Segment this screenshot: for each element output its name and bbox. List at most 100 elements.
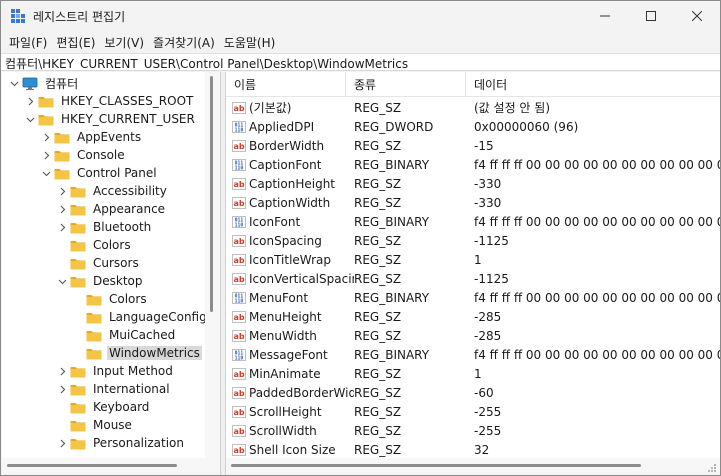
value-row[interactable]: ab IconSpacing REG_SZ -1125 <box>226 231 720 250</box>
menu-edit[interactable]: 편집(E) <box>52 32 100 52</box>
tree-horizontal-scroll-thumb[interactable] <box>7 464 177 467</box>
value-row[interactable]: ab IconVerticalSpacingREG_SZ -1125 <box>226 269 720 288</box>
expand-chevron-right-icon[interactable] <box>56 218 68 236</box>
value-name-cell: ab (기본값) <box>226 99 354 116</box>
tree-item[interactable]: Console <box>40 146 127 164</box>
value-row[interactable]: ab ScrollWidth REG_SZ -255 <box>226 421 720 440</box>
value-row[interactable]: ab CaptionHeight REG_SZ -330 <box>226 174 720 193</box>
value-row[interactable]: ab PaddedBorderWidthREG_SZ -60 <box>226 383 720 402</box>
expand-chevron-down-icon[interactable] <box>40 164 52 182</box>
tree-item[interactable]: Accessibility <box>56 182 169 200</box>
menu-view[interactable]: 보기(V) <box>100 32 149 52</box>
minimize-button[interactable] <box>582 1 628 31</box>
value-data: -255 <box>474 404 502 419</box>
value-type: REG_SZ <box>354 271 402 286</box>
tree-item[interactable]: International <box>56 380 172 398</box>
value-row[interactable]: ab MinAnimate REG_SZ 1 <box>226 364 720 383</box>
value-row[interactable]: ab BorderWidth REG_SZ -15 <box>226 136 720 155</box>
expand-chevron-right-icon[interactable] <box>56 182 68 200</box>
value-name-cell: 011 110 MessageFont <box>226 348 354 362</box>
expand-chevron-down-icon[interactable] <box>56 272 68 290</box>
value-row[interactable]: ab Shell Icon Size REG_SZ 32 <box>226 440 720 458</box>
tree-item[interactable]: HKEY_CLASSES_ROOT <box>24 92 195 110</box>
svg-text:ab: ab <box>233 180 244 189</box>
title-bar[interactable]: 레지스트리 편집기 <box>1 1 720 31</box>
value-type: REG_SZ <box>354 385 402 400</box>
svg-text:ab: ab <box>233 142 244 151</box>
tree-item[interactable]: 컴퓨터 <box>8 74 80 92</box>
tree-item[interactable]: Cursors <box>56 254 141 272</box>
tree-item[interactable]: WindowMetrics <box>72 344 202 362</box>
tree-item[interactable]: MuiCached <box>72 326 177 344</box>
value-row[interactable]: ab ScrollHeight REG_SZ -255 <box>226 402 720 421</box>
folder-icon <box>70 402 86 413</box>
value-row[interactable]: 011 110 CaptionFont REG_BINARY f4 ff ff ff 0… <box>226 155 720 174</box>
close-button[interactable] <box>674 1 720 31</box>
value-row[interactable]: ab MenuHeight REG_SZ -285 <box>226 307 720 326</box>
folder-icon <box>70 366 86 377</box>
expand-chevron-right-icon[interactable] <box>24 92 36 110</box>
value-data: f4 ff ff ff 00 00 00 00 00 00 00 00 00 0… <box>474 214 720 229</box>
menu-help[interactable]: 도움말(H) <box>220 32 281 52</box>
tree-item[interactable]: Colors <box>72 290 149 308</box>
tree-item[interactable]: Personalization <box>56 434 186 452</box>
tree-item[interactable]: Bluetooth <box>56 218 153 236</box>
tree-item-label: Cursors <box>93 256 139 270</box>
tree-item[interactable]: LanguageConfiguration <box>72 308 220 326</box>
tree-item[interactable]: Keyboard <box>56 398 151 416</box>
maximize-button[interactable] <box>628 1 674 31</box>
folder-icon <box>86 348 102 359</box>
tree-item[interactable]: Control Panel <box>40 164 159 182</box>
value-data: -330 <box>474 195 502 210</box>
tree-item-label: Keyboard <box>93 400 150 414</box>
value-name: PaddedBorderWidth <box>249 385 354 400</box>
string-value-icon: ab <box>232 367 246 380</box>
tree-item[interactable]: Desktop <box>56 272 145 290</box>
value-row[interactable]: ab CaptionWidth REG_SZ -330 <box>226 193 720 212</box>
folder-icon <box>38 114 54 125</box>
expand-chevron-right-icon[interactable] <box>40 146 52 164</box>
tree-item-label: Mouse <box>93 418 132 432</box>
value-row[interactable]: 011 110 AppliedDPI REG_DWORD 0x00000060 (96) <box>226 117 720 136</box>
svg-text:110: 110 <box>235 127 244 132</box>
menu-file[interactable]: 파일(F) <box>5 32 52 52</box>
tree-item[interactable]: Colors <box>56 236 133 254</box>
address-bar[interactable]: 컴퓨터\HKEY_CURRENT_USER\Control Panel\Desk… <box>1 53 720 71</box>
value-type: REG_SZ <box>354 176 402 191</box>
string-value-icon: ab <box>232 443 246 456</box>
close-icon <box>692 11 702 21</box>
expand-chevron-right-icon[interactable] <box>56 434 68 452</box>
tree-item[interactable]: HKEY_CURRENT_USER <box>24 110 197 128</box>
value-row[interactable]: ab MenuWidth REG_SZ -285 <box>226 326 720 345</box>
tree-item[interactable]: Input Method <box>56 362 175 380</box>
value-row[interactable]: 011 110 MenuFont REG_BINARY f4 ff ff ff 00 0… <box>226 288 720 307</box>
value-row[interactable]: ab IconTitleWrap REG_SZ 1 <box>226 250 720 269</box>
folder-icon <box>38 96 54 107</box>
menu-favorites[interactable]: 즐겨찾기(A) <box>149 32 220 52</box>
column-header-type[interactable]: 종류 <box>346 72 466 97</box>
list-horizontal-scroll-thumb[interactable] <box>231 464 641 467</box>
string-value-icon: ab <box>232 405 246 418</box>
tree-item[interactable]: AppEvents <box>40 128 143 146</box>
tree-item[interactable]: Mouse <box>56 416 134 434</box>
value-row[interactable]: ab (기본값) REG_SZ (값 설정 안 됨) <box>226 98 720 117</box>
value-row[interactable]: 011 110 IconFont REG_BINARY f4 ff ff ff 00 0… <box>226 212 720 231</box>
expand-chevron-right-icon[interactable] <box>40 128 52 146</box>
column-header-data[interactable]: 데이터 <box>466 72 720 97</box>
expand-chevron-right-icon[interactable] <box>56 200 68 218</box>
expand-chevron-right-icon[interactable] <box>56 380 68 398</box>
value-type: REG_SZ <box>354 366 402 381</box>
resize-grip-icon[interactable] <box>707 463 717 473</box>
tree-item[interactable]: Appearance <box>56 200 167 218</box>
value-row[interactable]: 011 110 MessageFont REG_BINARY f4 ff ff ff 0… <box>226 345 720 364</box>
expand-chevron-down-icon[interactable] <box>24 110 36 128</box>
tree-vertical-scroll-thumb[interactable] <box>210 76 213 312</box>
tree-item-label: WindowMetrics <box>107 346 202 360</box>
tree-item-label: LanguageConfiguration <box>109 310 220 324</box>
expand-chevron-right-icon[interactable] <box>56 362 68 380</box>
expand-chevron-down-icon[interactable] <box>8 74 20 92</box>
column-header-name[interactable]: 이름 <box>226 72 346 97</box>
